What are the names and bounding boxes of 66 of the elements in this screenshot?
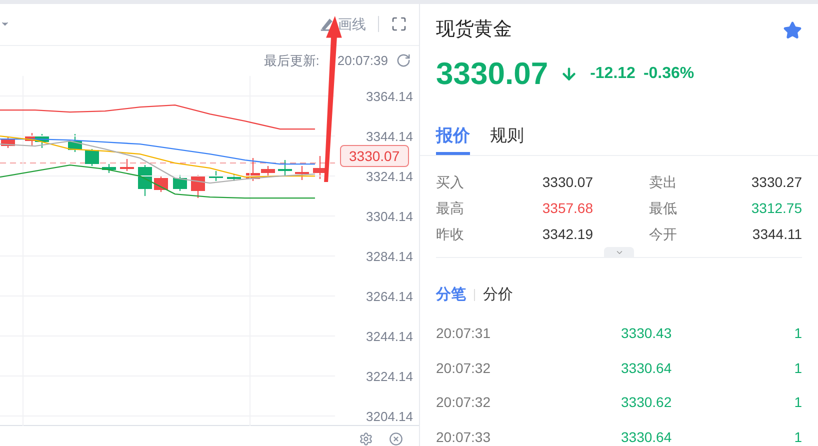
quote-value: 3357.68 [541,199,593,218]
close-icon[interactable] [389,432,403,446]
candle [35,134,49,148]
quote-label: 昨收 [436,225,465,244]
trade-volume: 1 [794,358,802,378]
trade-price: 3330.64 [621,428,672,446]
quote-value: 3330.07 [541,173,593,192]
candle [295,166,309,180]
tab[interactable]: 报价 [436,119,470,155]
candle [102,164,116,174]
trade-time: 20:07:31 [436,324,492,344]
trade-time: 20:07:32 [436,393,492,412]
trade-price: 3330.62 [621,393,672,412]
price-tag: 3330.07 [340,145,409,167]
candle [278,160,292,176]
candle [227,174,241,182]
candle [154,176,168,192]
candle [85,148,99,166]
axis-label: 3364.14 [366,90,413,104]
trade-volume: 1 [794,428,802,446]
price-change: -12.12 [590,64,636,84]
candle [68,134,82,152]
pen-icon [320,17,334,32]
candle [138,164,152,196]
settings-icon[interactable] [359,432,373,446]
axis-label: 3204.14 [366,410,413,424]
axis-label: 3264.14 [366,290,413,304]
candle [1,136,15,148]
draw-line-button[interactable]: 画线 [320,14,366,35]
last-update-time: 20:07:39 [337,52,388,70]
trade-volume: 1 [794,324,802,344]
candle [173,174,187,192]
axis-label: 3244.14 [366,330,413,344]
candle [191,174,205,198]
quote-value: 3312.75 [750,199,802,218]
candle [120,158,134,172]
current-price: 3330.07 [436,54,548,92]
axis-label: 3344.14 [366,130,413,144]
percent-change: -0.36% [643,64,694,84]
tab[interactable]: 分笔 [436,284,466,306]
axis-label: 3224.14 [366,370,413,384]
quote-value: 3330.27 [750,173,802,192]
quote-value: 3342.19 [541,225,593,244]
quote-label: 今开 [648,225,678,244]
trade-price: 3330.64 [621,358,672,378]
quote-label: 卖出 [648,173,678,192]
fullscreen-icon[interactable] [391,16,407,32]
quote-label: 最高 [436,199,465,218]
axis-label: 3324.14 [366,170,413,184]
quote-value: 3344.11 [751,225,802,244]
favorite-star-icon[interactable] [783,20,802,40]
quote-label: 买入 [436,173,465,192]
axis-label: 3284.14 [366,250,413,264]
instrument-title: 现货黄金 [436,18,512,42]
trade-time: 20:07:32 [436,358,492,378]
refresh-icon[interactable] [396,53,411,68]
down-arrow-icon [560,64,578,83]
trade-price: 3330.43 [621,324,672,344]
tab[interactable]: 分价 [483,284,513,306]
tab[interactable]: 规则 [490,119,524,155]
axis-label: 3304.14 [366,210,413,224]
last-update-label: 最后更新: [264,52,320,70]
trade-time: 20:07:33 [436,428,492,446]
candle [209,170,223,182]
quote-label: 最低 [648,199,678,218]
trade-volume: 1 [794,393,802,412]
